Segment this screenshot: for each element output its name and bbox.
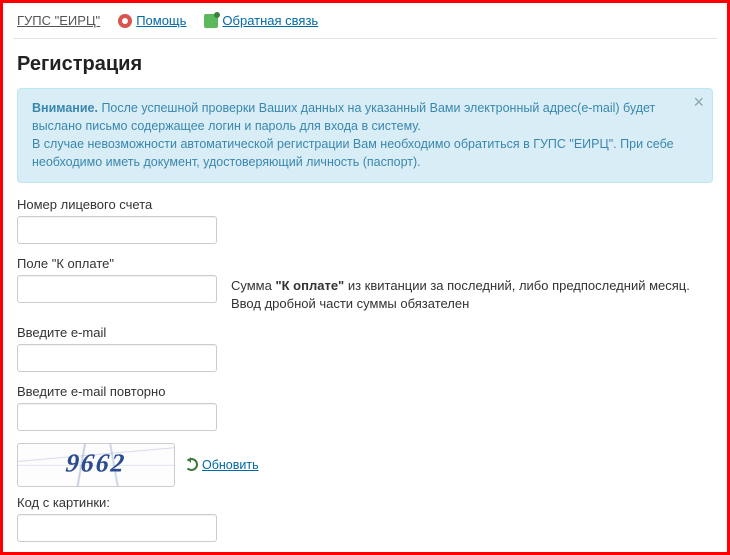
account-label: Номер лицевого счета [17,197,713,212]
nav-feedback-label: Обратная связь [222,13,318,28]
nav-feedback-link[interactable]: Обратная связь [204,13,318,28]
help-icon [118,14,132,28]
captcha-label: Код с картинки: [17,495,713,510]
amount-input[interactable] [17,275,217,303]
captcha-text: 9662 [64,448,127,478]
amount-hint: Сумма "К оплате" из квитанции за последн… [231,275,713,313]
account-input[interactable] [17,216,217,244]
refresh-icon [185,458,198,471]
alert-paragraph-1: Внимание. После успешной проверки Ваших … [32,99,682,135]
alert-strong: Внимание. [32,101,98,115]
nav-home-link[interactable]: ГУПС "ЕИРЦ" [17,13,100,28]
alert-text-1: После успешной проверки Ваших данных на … [32,101,655,133]
amount-hint-bold: "К оплате" [275,278,344,293]
email-confirm-input[interactable] [17,403,217,431]
amount-label: Поле "К оплате" [17,256,713,271]
feedback-icon [204,14,218,28]
info-alert: × Внимание. После успешной проверки Ваши… [17,88,713,183]
top-nav: ГУПС "ЕИРЦ" Помощь Обратная связь [13,7,717,39]
nav-help-link[interactable]: Помощь [118,13,186,28]
email-input[interactable] [17,344,217,372]
nav-help-label: Помощь [136,13,186,28]
amount-hint-pre: Сумма [231,278,275,293]
registration-form: Номер лицевого счета Поле "К оплате" Сум… [13,197,717,555]
captcha-refresh-link[interactable]: Обновить [185,458,259,472]
refresh-label: Обновить [202,458,259,472]
page-title: Регистрация [17,53,713,76]
captcha-image: 9662 [17,443,175,487]
email-label: Введите e-mail [17,325,713,340]
close-icon[interactable]: × [693,93,704,111]
alert-paragraph-2: В случае невозможности автоматической ре… [32,135,682,171]
email2-label: Введите e-mail повторно [17,384,713,399]
captcha-input[interactable] [17,514,217,542]
